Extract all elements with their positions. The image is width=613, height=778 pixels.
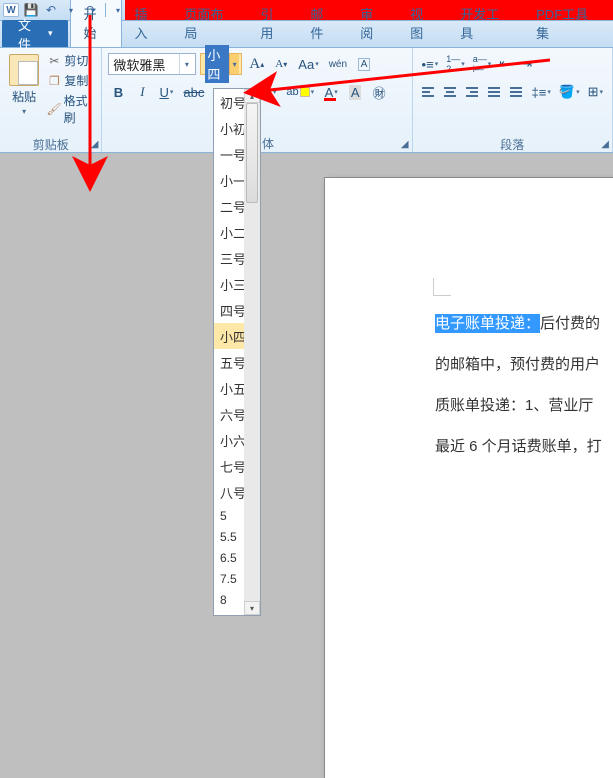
undo-dropdown[interactable]: ▾ bbox=[62, 0, 80, 20]
font-launcher[interactable]: ◢ bbox=[401, 139, 409, 150]
group-clipboard: 粘贴 ▾ ✂剪切 ❐复制 🖌格式刷 剪贴板 ◢ bbox=[0, 48, 102, 152]
copy-icon: ❐ bbox=[46, 73, 62, 89]
tab-file[interactable]: 文件▾ bbox=[2, 20, 68, 47]
scroll-down-button[interactable]: ▾ bbox=[244, 601, 260, 615]
scroll-thumb[interactable] bbox=[246, 103, 258, 203]
doc-line[interactable]: 最近 6 个月话费账单，打 bbox=[435, 435, 602, 456]
clipboard-label: 剪贴板 bbox=[0, 134, 101, 152]
editor-viewport[interactable]: 电子账单投递：后付费的 的邮箱中，预付费的用户 质账单投递：1、营业厅 最近 6… bbox=[0, 154, 613, 646]
tab-dev[interactable]: 开发工具 bbox=[448, 0, 524, 47]
font-label-fragment: 体 bbox=[262, 135, 274, 152]
font-name-combo[interactable]: 微软雅黑 ▾ bbox=[108, 53, 196, 75]
shading-button[interactable]: 🪣▾ bbox=[556, 81, 583, 103]
tab-references[interactable]: 引用 bbox=[248, 0, 298, 47]
paragraph-label: 段落 bbox=[413, 134, 612, 152]
scissors-icon: ✂ bbox=[46, 53, 62, 69]
grow-font-button[interactable]: A▴ bbox=[246, 53, 267, 75]
cut-button[interactable]: ✂剪切 bbox=[46, 52, 95, 69]
font-size-dropdown[interactable]: 初号小初一号小一二号小二三号小三四号小四五号小五六号小六七号八号55.56.57… bbox=[213, 88, 261, 616]
copy-button[interactable]: ❐复制 bbox=[46, 72, 95, 89]
doc-line[interactable]: 电子账单投递：后付费的 bbox=[435, 312, 600, 333]
decrease-indent-button[interactable]: ⇤ bbox=[496, 53, 516, 75]
group-paragraph: ≡▾ 1—2—▾ a—i—▾ ⇤ ⇥ ‡≡▾ 🪣▾ ⊞▾ 段落 ◢ bbox=[413, 48, 613, 152]
paste-icon bbox=[9, 54, 39, 86]
format-painter-button[interactable]: 🖌格式刷 bbox=[46, 92, 95, 126]
clipboard-launcher[interactable]: ◢ bbox=[91, 139, 99, 150]
highlight-button[interactable]: ab▾ bbox=[283, 81, 317, 103]
doc-line[interactable]: 的邮箱中，预付费的用户 bbox=[435, 353, 600, 374]
undo-button[interactable]: ↶ bbox=[42, 0, 60, 20]
highlight-swatch bbox=[300, 87, 310, 97]
tab-pdf[interactable]: PDF工具集 bbox=[524, 0, 613, 47]
borders-button[interactable]: ⊞▾ bbox=[585, 81, 606, 103]
brush-icon: 🖌 bbox=[46, 101, 61, 117]
tab-mail[interactable]: 邮件 bbox=[298, 0, 348, 47]
shrink-font-button[interactable]: A▾ bbox=[271, 53, 291, 75]
distribute-button[interactable] bbox=[507, 81, 527, 103]
tab-view[interactable]: 视图 bbox=[398, 0, 448, 47]
tab-review[interactable]: 审阅 bbox=[348, 0, 398, 47]
numbering-button[interactable]: 1—2—▾ bbox=[443, 53, 468, 75]
text-cursor-marker bbox=[433, 278, 451, 296]
ribbon-tabs: 文件▾ 开始 插入 页面布局 引用 邮件 审阅 视图 开发工具 PDF工具集 bbox=[0, 21, 613, 48]
ribbon: 粘贴 ▾ ✂剪切 ❐复制 🖌格式刷 剪贴板 ◢ 微软雅黑 ▾ 小四 ▾ A▴ A… bbox=[0, 48, 613, 153]
font-color-button[interactable]: A▾ bbox=[321, 81, 341, 103]
line-spacing-button[interactable]: ‡≡▾ bbox=[529, 81, 554, 103]
bold-button[interactable]: B bbox=[108, 81, 128, 103]
tab-layout[interactable]: 页面布局 bbox=[172, 0, 248, 47]
text-effects-button[interactable]: A▾ bbox=[259, 81, 279, 103]
phonetic-guide-button[interactable]: wén bbox=[326, 53, 350, 75]
multilevel-button[interactable]: a—i—▾ bbox=[470, 53, 495, 75]
underline-button[interactable]: U▾ bbox=[156, 81, 176, 103]
tab-insert[interactable]: 插入 bbox=[122, 0, 172, 47]
italic-button[interactable]: I bbox=[132, 81, 152, 103]
bullets-button[interactable]: ≡▾ bbox=[419, 53, 442, 75]
paragraph-launcher[interactable]: ◢ bbox=[601, 139, 609, 150]
increase-indent-button[interactable]: ⇥ bbox=[518, 53, 538, 75]
align-center-button[interactable] bbox=[441, 81, 461, 103]
char-shading-button[interactable]: A bbox=[345, 81, 365, 103]
qat-customize[interactable]: ▾ bbox=[109, 0, 127, 20]
document-page[interactable]: 电子账单投递：后付费的 的邮箱中，预付费的用户 质账单投递：1、营业厅 最近 6… bbox=[325, 178, 613, 778]
doc-line[interactable]: 质账单投递：1、营业厅 bbox=[435, 394, 593, 415]
redo-button[interactable]: ↷ bbox=[82, 0, 100, 20]
word-logo: W bbox=[2, 0, 20, 20]
font-size-combo[interactable]: 小四 ▾ bbox=[200, 53, 242, 75]
strike-button[interactable]: abc bbox=[180, 81, 207, 103]
paste-button[interactable]: 粘贴 ▾ bbox=[6, 52, 42, 126]
change-case-button[interactable]: Aa▾ bbox=[295, 53, 321, 75]
char-border-button[interactable]: A bbox=[354, 53, 374, 75]
align-left-button[interactable] bbox=[419, 81, 439, 103]
dropdown-scrollbar[interactable]: ▴ ▾ bbox=[244, 89, 260, 615]
save-button[interactable]: 💾 bbox=[22, 0, 40, 20]
chevron-down-icon[interactable]: ▾ bbox=[179, 54, 193, 74]
enclosed-char-button[interactable]: ㊖ bbox=[369, 81, 389, 103]
chevron-down-icon[interactable]: ▾ bbox=[229, 54, 240, 74]
scroll-up-button[interactable]: ▴ bbox=[244, 89, 260, 103]
justify-button[interactable] bbox=[485, 81, 505, 103]
qat-separator bbox=[105, 3, 106, 17]
align-right-button[interactable] bbox=[463, 81, 483, 103]
